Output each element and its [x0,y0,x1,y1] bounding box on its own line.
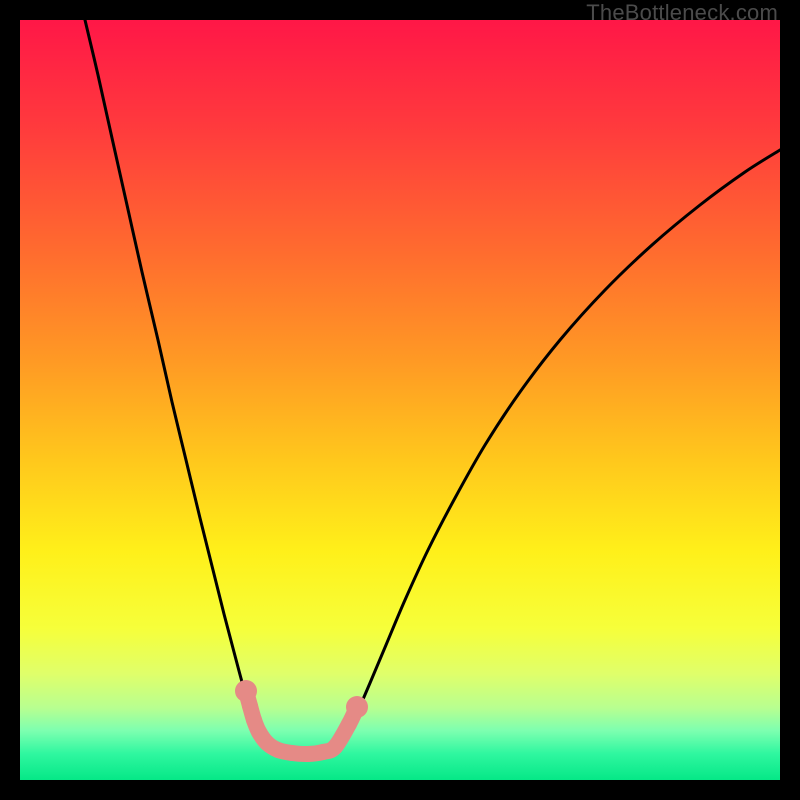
watermark-text: TheBottleneck.com [586,0,778,26]
marker-dot [270,742,286,758]
marker-dot [242,698,258,714]
marker-dot [346,696,368,718]
marker-dot [235,680,257,702]
bottleneck-chart [20,20,780,780]
marker-dot [327,739,343,755]
marker-dot [341,716,357,732]
gradient-background [20,20,780,780]
marker-dot [300,746,316,762]
marker-dot [284,745,300,761]
